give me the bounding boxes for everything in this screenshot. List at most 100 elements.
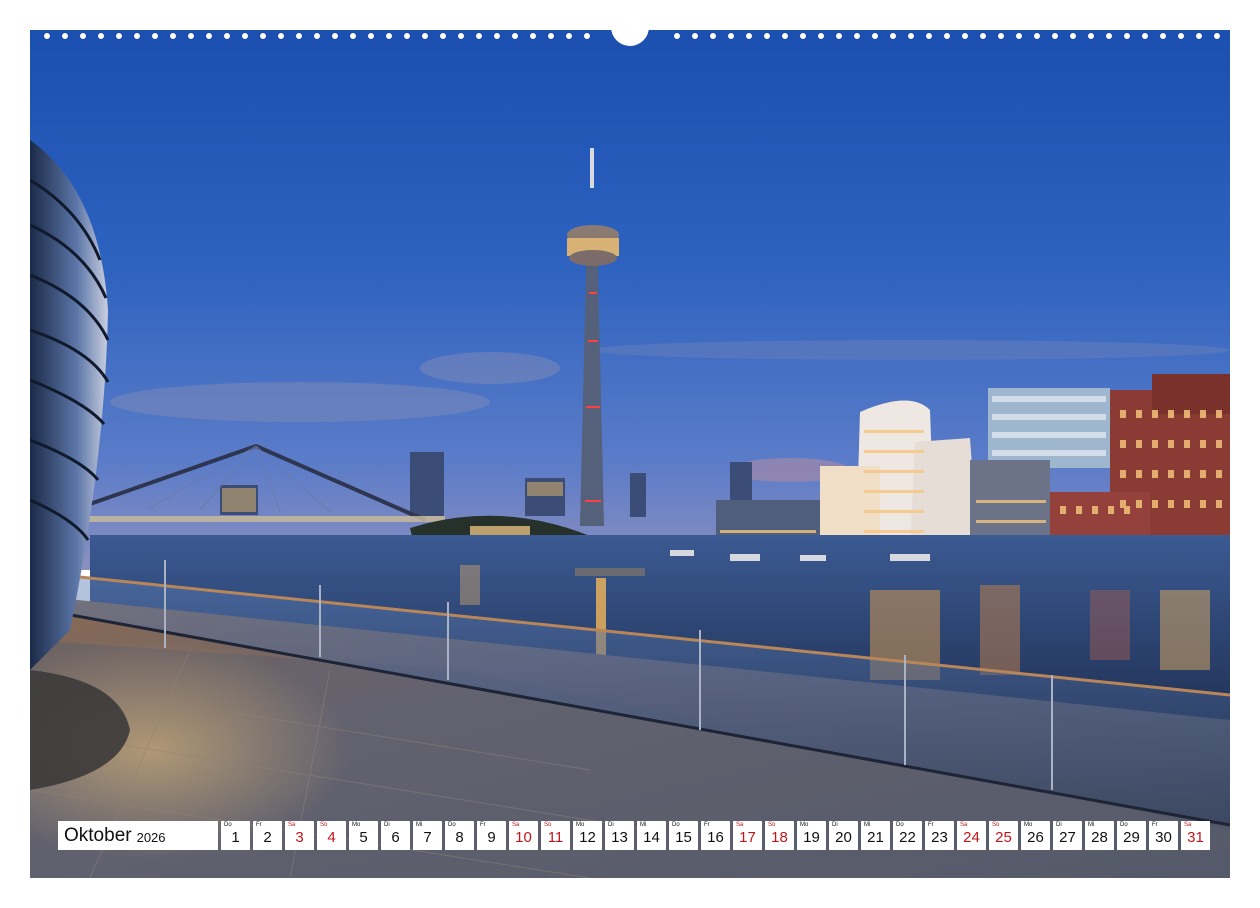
day-cell: Mo 26: [1021, 821, 1050, 850]
binding-hole: [44, 33, 50, 39]
day-of-week: Fr: [256, 822, 262, 828]
binding-hole: [926, 33, 932, 39]
day-of-week: Di: [384, 822, 390, 828]
binding-hole: [836, 33, 842, 39]
day-cell: Di 27: [1053, 821, 1082, 850]
day-cell: Sa 24: [957, 821, 986, 850]
binding-hole: [62, 33, 68, 39]
binding-hole: [998, 33, 1004, 39]
day-number: 22: [899, 829, 916, 846]
day-cell: So 4: [317, 821, 346, 850]
day-of-week: Sa: [288, 822, 296, 828]
day-cell: Mo 12: [573, 821, 602, 850]
day-number: 16: [707, 829, 724, 846]
day-cell: Mi 21: [861, 821, 890, 850]
day-number: 31: [1187, 829, 1204, 846]
day-cell: Do 1: [221, 821, 250, 850]
calendar-page: Oktober 2026 Do 1 Fr 2 Sa 3 So 4 Mo 5 Di 6 Mi 7 Do 8 Fr 9…: [0, 0, 1260, 908]
day-number: 24: [963, 829, 980, 846]
day-number: 13: [611, 829, 628, 846]
binding-hole: [980, 33, 986, 39]
day-cell: Sa 31: [1181, 821, 1210, 850]
day-of-week: Mi: [416, 822, 423, 828]
day-number: 20: [835, 829, 852, 846]
day-number: 10: [515, 829, 532, 846]
binding-hole: [800, 33, 806, 39]
day-of-week: Fr: [480, 822, 486, 828]
binding-hole: [1106, 33, 1112, 39]
day-number: 21: [867, 829, 884, 846]
binding-hole: [116, 33, 122, 39]
binding-hole: [512, 33, 518, 39]
day-number: 14: [643, 829, 660, 846]
day-number: 1: [231, 829, 240, 846]
day-of-week: Fr: [704, 822, 710, 828]
binding-hole: [278, 33, 284, 39]
binding-hole: [260, 33, 266, 39]
month-label: Oktober 2026: [58, 821, 218, 850]
day-number: 29: [1123, 829, 1140, 846]
day-of-week: Sa: [960, 822, 968, 828]
binding-hole: [548, 33, 554, 39]
day-cell: Mi 14: [637, 821, 666, 850]
day-number: 12: [579, 829, 596, 846]
day-cell: Mi 28: [1085, 821, 1114, 850]
day-cell: Di 13: [605, 821, 634, 850]
day-cell: Do 8: [445, 821, 474, 850]
binding-hole: [1214, 33, 1220, 39]
day-of-week: Do: [448, 822, 456, 828]
binding-hole: [674, 33, 680, 39]
binding-hole: [152, 33, 158, 39]
day-cell: Fr 16: [701, 821, 730, 850]
day-number: 30: [1155, 829, 1172, 846]
day-cell: Sa 3: [285, 821, 314, 850]
day-number: 2: [263, 829, 272, 846]
hanger-notch: [611, 18, 649, 46]
binding-hole: [296, 33, 302, 39]
binding-hole: [476, 33, 482, 39]
binding-hole: [206, 33, 212, 39]
binding-hole: [80, 33, 86, 39]
binding-hole: [908, 33, 914, 39]
day-of-week: So: [320, 822, 328, 828]
day-of-week: So: [992, 822, 1000, 828]
binding-hole: [1034, 33, 1040, 39]
binding-hole: [314, 33, 320, 39]
binding-hole: [440, 33, 446, 39]
day-cell: Sa 10: [509, 821, 538, 850]
day-of-week: Fr: [1152, 822, 1158, 828]
day-cell: Do 15: [669, 821, 698, 850]
binding-hole: [710, 33, 716, 39]
day-of-week: Mi: [864, 822, 871, 828]
day-number: 25: [995, 829, 1012, 846]
day-of-week: Fr: [928, 822, 934, 828]
binding-hole: [764, 33, 770, 39]
day-of-week: Di: [1056, 822, 1062, 828]
binding-hole: [368, 33, 374, 39]
day-number: 5: [359, 829, 368, 846]
day-of-week: Do: [224, 822, 232, 828]
day-of-week: So: [544, 822, 552, 828]
day-of-week: Mo: [576, 822, 585, 828]
day-of-week: Di: [832, 822, 838, 828]
binding-hole: [944, 33, 950, 39]
binding-hole: [98, 33, 104, 39]
day-number: 6: [391, 829, 400, 846]
day-of-week: Sa: [512, 822, 520, 828]
day-number: 11: [547, 829, 564, 846]
day-cell: Mo 5: [349, 821, 378, 850]
day-number: 23: [931, 829, 948, 846]
binding-hole: [584, 33, 590, 39]
day-cell: So 18: [765, 821, 794, 850]
day-number: 15: [675, 829, 692, 846]
day-number: 18: [771, 829, 788, 846]
day-number: 7: [423, 829, 432, 846]
day-cell: Di 6: [381, 821, 410, 850]
binding-hole: [1160, 33, 1166, 39]
binding-hole: [1142, 33, 1148, 39]
binding-hole: [818, 33, 824, 39]
day-cell: Fr 9: [477, 821, 506, 850]
day-of-week: Do: [896, 822, 904, 828]
day-cell: Do 22: [893, 821, 922, 850]
binding-hole: [1178, 33, 1184, 39]
